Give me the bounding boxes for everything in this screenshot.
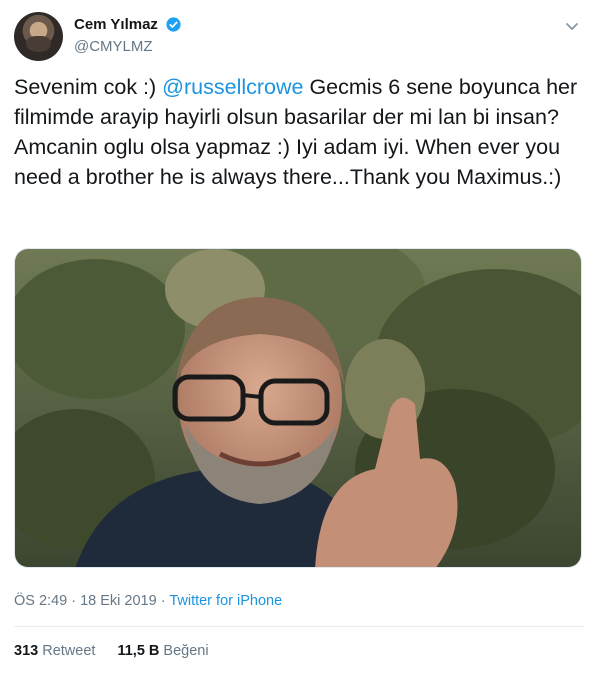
tweet-time[interactable]: ÖS 2:49 — [14, 593, 67, 609]
user-info: Cem Yılmaz @CMYLMZ — [74, 16, 182, 55]
retweets-label: Retweet — [42, 643, 96, 659]
likes-stat[interactable]: 11,5 B Beğeni — [117, 643, 208, 659]
verified-badge-icon — [166, 17, 181, 32]
likes-label: Beğeni — [163, 643, 209, 659]
divider — [14, 626, 584, 627]
source-link[interactable]: Twitter for iPhone — [169, 593, 282, 609]
meta-separator: · — [67, 593, 81, 609]
retweets-stat[interactable]: 313 Retweet — [14, 643, 95, 659]
tweet-stats: 313 Retweet 11,5 B Beğeni — [14, 643, 227, 659]
tweet-video[interactable] — [14, 248, 582, 568]
display-name[interactable]: Cem Yılmaz — [74, 16, 158, 33]
meta-separator: · — [156, 593, 170, 609]
user-handle[interactable]: @CMYLMZ — [74, 38, 182, 55]
likes-count: 11,5 B — [117, 643, 160, 659]
mention-link[interactable]: @russellcrowe — [162, 75, 303, 99]
retweets-count: 313 — [14, 643, 39, 659]
tweet-text-part: Sevenim cok :) — [14, 75, 163, 99]
avatar[interactable] — [14, 12, 63, 61]
video-frame — [15, 249, 581, 567]
chevron-down-icon[interactable] — [562, 16, 582, 36]
tweet-header: Cem Yılmaz @CMYLMZ — [14, 12, 584, 64]
tweet-date[interactable]: 18 Eki 2019 — [80, 593, 157, 609]
tweet-meta: ÖS 2:49 · 18 Eki 2019 · Twitter for iPho… — [14, 593, 282, 609]
tweet-text: Sevenim cok :) @russellcrowe Gecmis 6 se… — [14, 72, 584, 192]
